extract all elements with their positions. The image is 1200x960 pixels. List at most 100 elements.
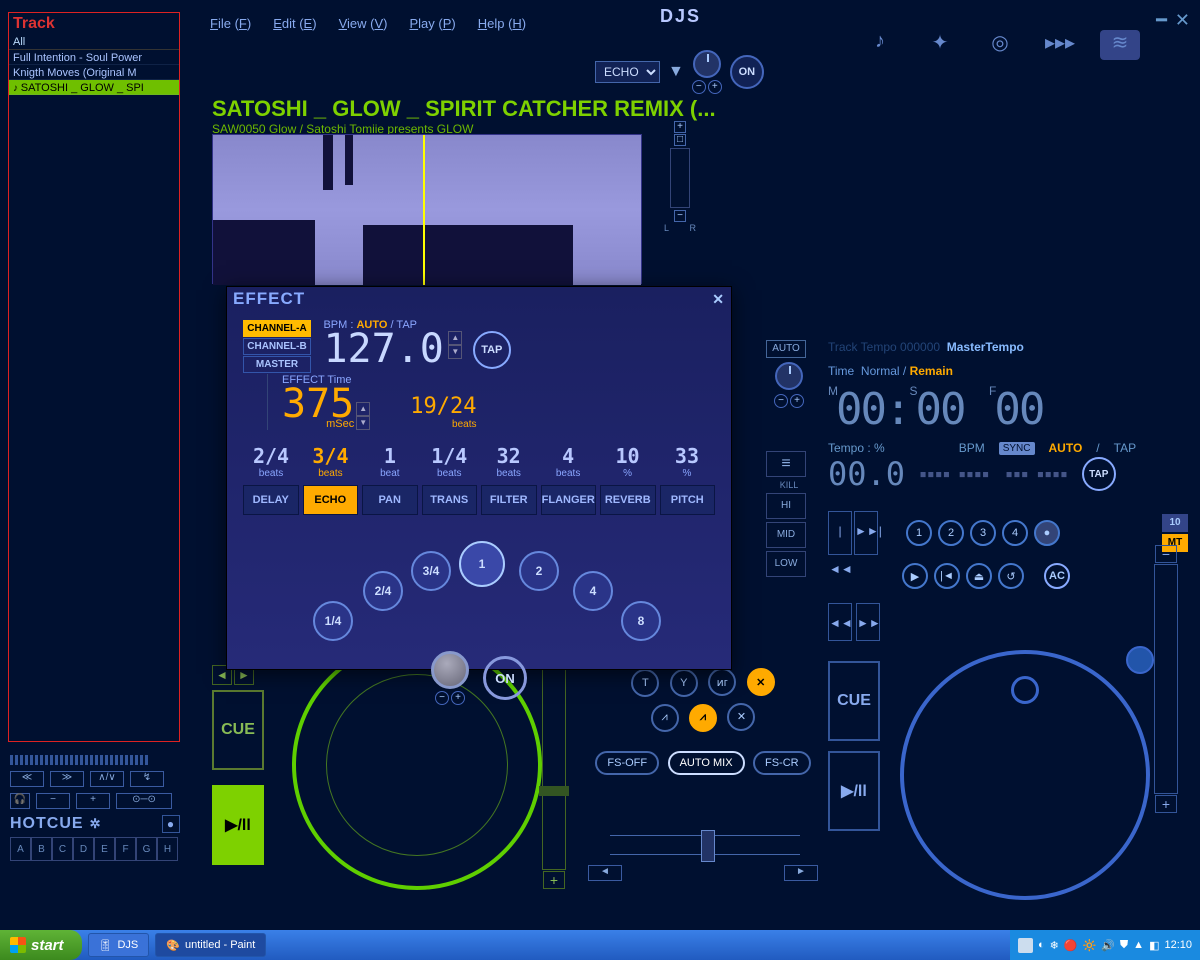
record-icon[interactable]: ●: [162, 815, 180, 833]
arc-1[interactable]: 1: [459, 541, 505, 587]
menu-view[interactable]: View (V): [339, 16, 388, 31]
automix-button[interactable]: AUTO MIX: [668, 751, 745, 775]
hotcue-b[interactable]: B: [31, 837, 52, 861]
taskbar-item-paint[interactable]: 🎨 untitled - Paint: [155, 933, 266, 957]
plus-icon[interactable]: +: [1155, 795, 1177, 813]
deck-b-jog-wheel[interactable]: [900, 650, 1150, 900]
bank-10[interactable]: 10: [1162, 514, 1188, 532]
arc-2[interactable]: 2: [519, 551, 559, 591]
vol-minus-button[interactable]: −: [36, 793, 70, 809]
arc-24[interactable]: 2/4: [363, 571, 403, 611]
vol-plus-icon[interactable]: +: [674, 121, 686, 133]
arc-34[interactable]: 3/4: [411, 551, 451, 591]
beat-32[interactable]: 32beats: [481, 444, 537, 479]
track-filter-all[interactable]: All: [9, 35, 179, 50]
loop-button[interactable]: ∧/∨: [90, 771, 124, 787]
kill-low-button[interactable]: LOW: [766, 551, 806, 577]
channel-a-button[interactable]: CHANNEL-A: [243, 320, 311, 337]
menu-edit[interactable]: Edit (E): [273, 16, 316, 31]
deck-b-rewind[interactable]: ◄◄: [828, 603, 852, 641]
track-row-selected[interactable]: SATOSHI _ GLOW _ SPI: [9, 80, 179, 95]
crossfader-right[interactable]: ►: [784, 865, 818, 881]
minus-icon[interactable]: −: [1155, 545, 1177, 563]
crossfader-left[interactable]: ◄: [588, 865, 622, 881]
vol-box-icon[interactable]: □: [674, 134, 686, 146]
fx-knob-plus-icon[interactable]: +: [451, 691, 465, 705]
taskbar-clock[interactable]: 12:10: [1164, 939, 1192, 951]
knob-minus-icon[interactable]: −: [692, 80, 706, 94]
ac-button[interactable]: AC: [1044, 563, 1070, 589]
nudge-back-button[interactable]: ≪: [10, 771, 44, 787]
loop-icon[interactable]: ↺: [998, 563, 1024, 589]
auto-mode-label[interactable]: AUTO: [1049, 441, 1083, 455]
fx-delay[interactable]: DELAY: [243, 485, 299, 515]
deck-b-next-track[interactable]: ►►|: [854, 511, 878, 555]
play-icon[interactable]: ▶: [902, 563, 928, 589]
auto-badge[interactable]: AUTO: [766, 340, 806, 358]
hotcue-record[interactable]: ●: [1034, 520, 1060, 546]
fx-knob-minus-icon[interactable]: −: [435, 691, 449, 705]
arc-8[interactable]: 8: [621, 601, 661, 641]
tray-icon-6[interactable]: ⛊: [1120, 939, 1128, 952]
settings-button[interactable]: ↯: [130, 771, 164, 787]
fx-flanger[interactable]: FLANGER: [541, 485, 597, 515]
track-row[interactable]: Full Intention - Soul Power: [9, 50, 179, 65]
fs-off-button[interactable]: FS-OFF: [595, 751, 659, 775]
hotcue-4[interactable]: 4: [1002, 520, 1028, 546]
music-note-icon[interactable]: ♪: [860, 30, 900, 60]
menu-play[interactable]: Play (P): [409, 16, 455, 31]
close-icon[interactable]: ✕: [1175, 10, 1190, 31]
deck-a-play-button[interactable]: ▶/ll: [212, 785, 264, 865]
vinyl-mode-icon[interactable]: [1126, 646, 1154, 674]
knob-plus-icon[interactable]: +: [708, 80, 722, 94]
hotcue-e[interactable]: E: [94, 837, 115, 861]
auto-minus-icon[interactable]: −: [774, 394, 788, 408]
auto-plus-icon[interactable]: +: [790, 394, 804, 408]
deck-b-prev-track[interactable]: |◄◄: [828, 511, 852, 555]
effect-on-button[interactable]: ON: [483, 656, 527, 700]
tray-icon-2[interactable]: ❄: [1050, 939, 1059, 952]
beat-1[interactable]: 1beat: [362, 444, 418, 479]
tray-icon-5[interactable]: 🔊: [1101, 939, 1115, 952]
beat-34[interactable]: 3/4beats: [302, 444, 358, 479]
crossfader[interactable]: [610, 835, 800, 855]
kill-mid-button[interactable]: MID: [766, 522, 806, 548]
vol-minus-icon[interactable]: −: [674, 210, 686, 222]
time-down-icon[interactable]: ▼: [356, 416, 370, 430]
channel-b-button[interactable]: CHANNEL-B: [243, 338, 311, 355]
beat-10pct[interactable]: 10%: [600, 444, 656, 479]
beat-4[interactable]: 4beats: [540, 444, 596, 479]
bpm-up-icon[interactable]: ▲: [448, 331, 462, 345]
eject-icon[interactable]: ⏏: [966, 563, 992, 589]
dropdown-icon[interactable]: ▼: [668, 63, 684, 81]
hotcue-a[interactable]: A: [10, 837, 31, 861]
hotcue-g[interactable]: G: [136, 837, 157, 861]
taskbar-item-djs[interactable]: 🎚 DJS: [88, 933, 150, 957]
mono-stereo-button[interactable]: ⊙─⊙: [116, 793, 172, 809]
mixer-btn-x2[interactable]: ✕: [727, 703, 755, 731]
nudge-fwd-button[interactable]: ≫: [50, 771, 84, 787]
arc-4[interactable]: 4: [573, 571, 613, 611]
vol-plus-button[interactable]: +: [76, 793, 110, 809]
tray-icon-4[interactable]: 🔆: [1083, 939, 1097, 952]
top-effect-knob[interactable]: [693, 50, 721, 78]
tray-icon-3[interactable]: 🔴: [1064, 939, 1078, 952]
hotcue-c[interactable]: C: [52, 837, 73, 861]
fx-reverb[interactable]: REVERB: [600, 485, 656, 515]
beat-14[interactable]: 1/4beats: [421, 444, 477, 479]
beat-33pct[interactable]: 33%: [659, 444, 715, 479]
effect-close-button[interactable]: ✕: [712, 291, 725, 308]
effect-level-knob[interactable]: [431, 651, 469, 689]
hotcue-1[interactable]: 1: [906, 520, 932, 546]
fx-pitch[interactable]: PITCH: [660, 485, 716, 515]
fx-pan[interactable]: PAN: [362, 485, 418, 515]
fx-trans[interactable]: TRANS: [422, 485, 478, 515]
hotcue-3[interactable]: 3: [970, 520, 996, 546]
start-button[interactable]: start: [0, 930, 82, 960]
fx-filter[interactable]: FILTER: [481, 485, 537, 515]
track-row[interactable]: Knigth Moves (Original M: [9, 65, 179, 80]
hotcue-h[interactable]: H: [157, 837, 178, 861]
target-icon[interactable]: ◎: [980, 30, 1020, 60]
tap-mode-label[interactable]: TAP: [1114, 441, 1136, 455]
menu-file[interactable]: File (F): [210, 16, 251, 31]
